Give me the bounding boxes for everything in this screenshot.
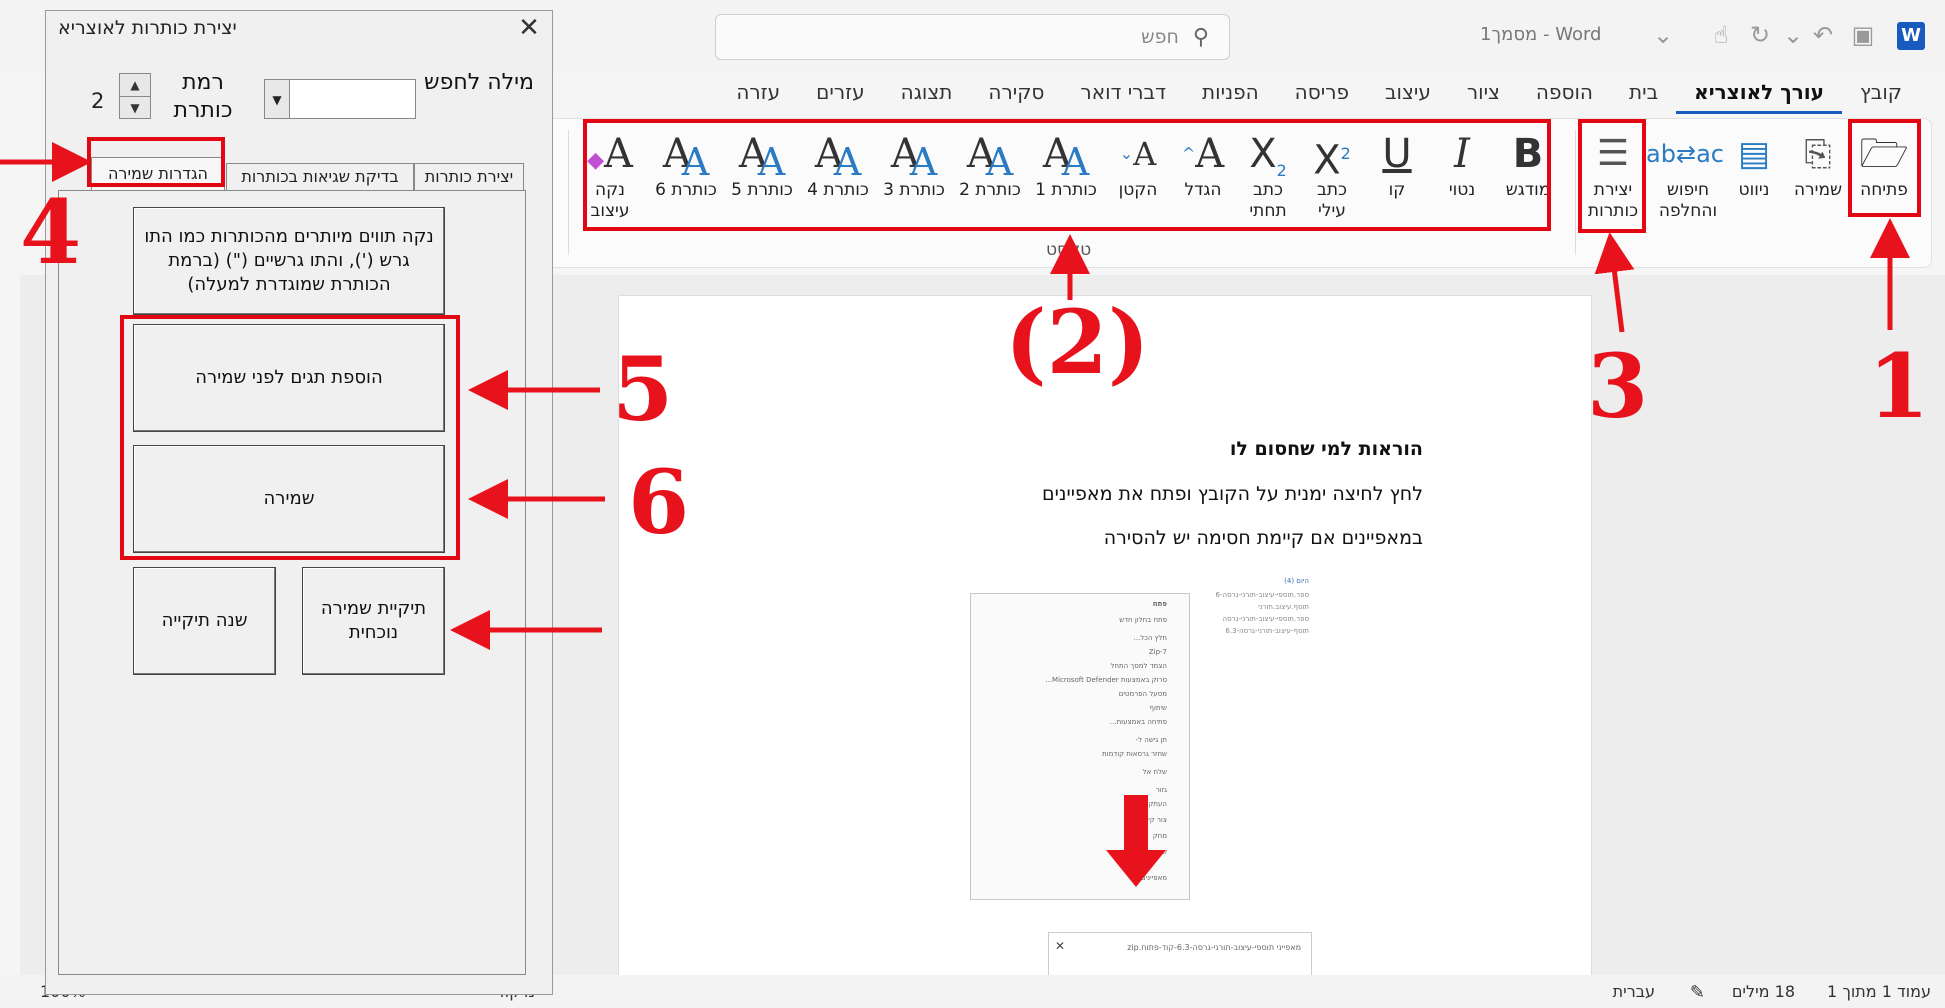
annotation-arrows [0, 142, 1910, 650]
arrow-3 [1594, 232, 1635, 333]
